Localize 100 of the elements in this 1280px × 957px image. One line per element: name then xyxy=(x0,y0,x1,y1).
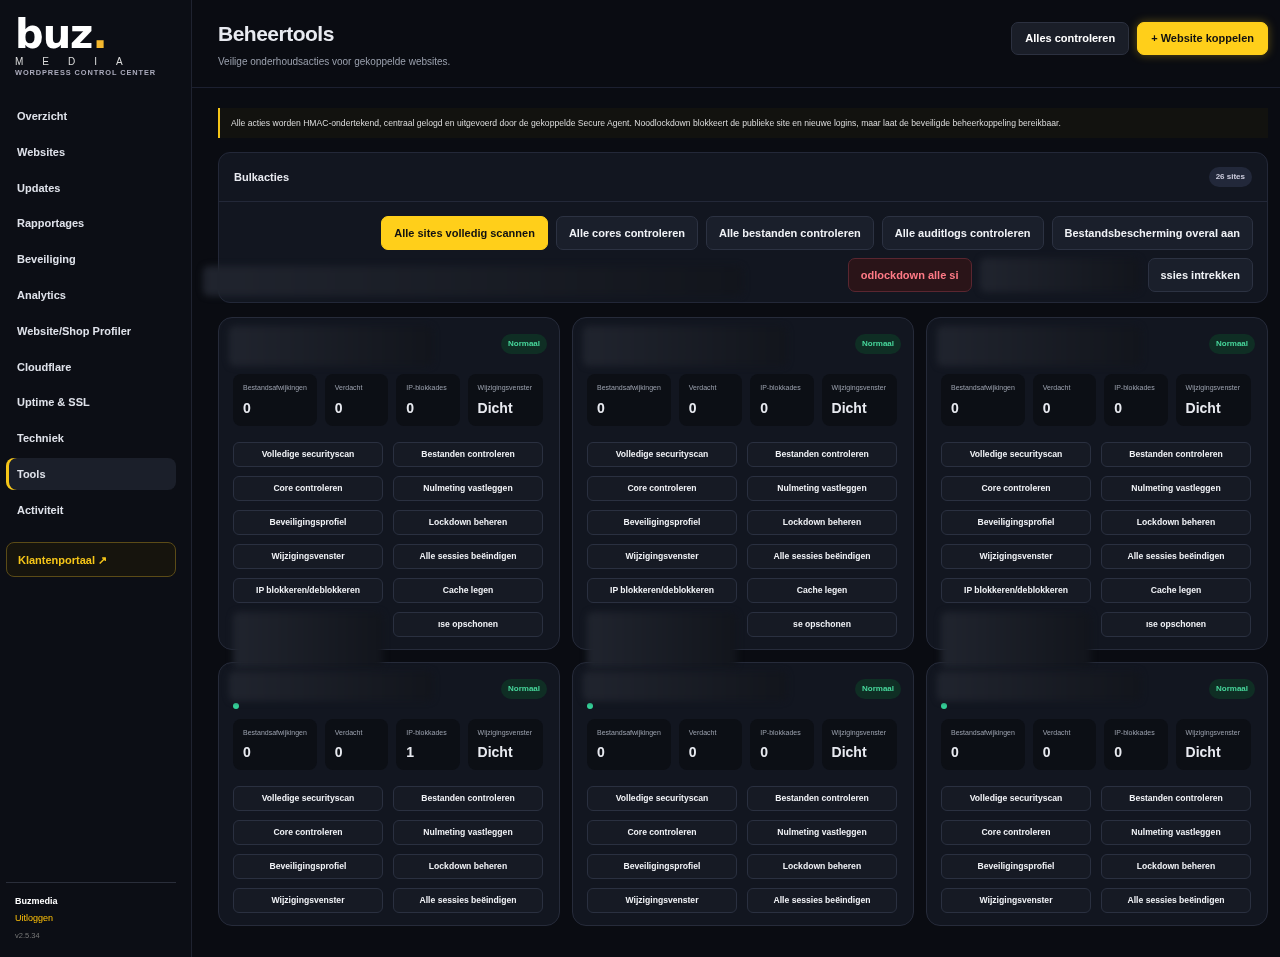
site-action-button[interactable]: Wijzigingsvenster xyxy=(941,888,1091,914)
site-action-button[interactable]: ıse opschonen xyxy=(1101,611,1251,637)
site-action-button[interactable]: Core controleren xyxy=(941,475,1091,501)
site-action-button[interactable]: Beveiligingsprofiel xyxy=(233,509,383,535)
site-action-button[interactable]: Nulmeting vastleggen xyxy=(1101,820,1251,846)
sidebar-item[interactable]: Website/Shop Profiler xyxy=(6,314,176,347)
logout-link[interactable]: Uitloggen xyxy=(15,912,167,926)
status-badge: Normaal xyxy=(855,334,901,355)
sidebar-item[interactable]: Tools xyxy=(6,457,176,490)
site-action-button[interactable]: Cache legen xyxy=(747,577,897,603)
stat-value: 0 xyxy=(760,743,769,763)
site-action-button[interactable]: Lockdown beheren xyxy=(747,509,897,535)
bulk-action-button[interactable]: Alle bestanden controleren xyxy=(706,216,874,251)
site-action-button[interactable]: Core controleren xyxy=(941,820,1091,846)
site-action-button[interactable]: Nulmeting vastleggen xyxy=(1101,475,1251,501)
status-badge: Normaal xyxy=(1209,678,1255,699)
stat-value: 0 xyxy=(951,398,960,418)
add-website-button[interactable]: + Website koppelen xyxy=(1137,22,1268,55)
site-action-button[interactable]: IP blokkeren/deblokkeren xyxy=(941,577,1091,603)
site-action-button[interactable]: Beveiligingsprofiel xyxy=(587,854,737,880)
site-action-button[interactable]: Volledige securityscan xyxy=(587,786,737,812)
site-action-button[interactable]: Bestanden controleren xyxy=(393,786,543,812)
bulk-action-button[interactable]: Bestandsbescherming overal aan xyxy=(1051,216,1253,251)
site-action-button[interactable]: Nulmeting vastleggen xyxy=(393,820,543,846)
site-action-button[interactable]: Core controleren xyxy=(587,475,737,501)
site-action-button[interactable]: Lockdown beheren xyxy=(393,854,543,880)
card-title: Bulkacties xyxy=(234,170,290,186)
sidebar-item[interactable]: Websites xyxy=(6,135,176,168)
sidebar-item[interactable]: Uptime & SSL xyxy=(6,386,176,419)
site-action-button[interactable]: Bestanden controleren xyxy=(747,441,897,467)
site-action-button[interactable]: Beveiligingsprofiel xyxy=(941,509,1091,535)
site-action-button[interactable]: Beveiligingsprofiel xyxy=(587,509,737,535)
site-action-button[interactable]: Cache legen xyxy=(393,577,543,603)
site-action-button[interactable]: Alle sessies beëindigen xyxy=(747,543,897,569)
page-subtitle: Veilige onderhoudsacties voor gekoppelde websites. xyxy=(218,54,451,69)
site-action-button[interactable]: Alle sessies beëindigen xyxy=(1101,888,1251,914)
site-action-button[interactable]: Nulmeting vastleggen xyxy=(747,475,897,501)
site-action-button[interactable]: Lockdown beheren xyxy=(1101,509,1251,535)
sidebar-item[interactable]: Cloudflare xyxy=(6,350,176,383)
site-action-button[interactable]: Volledige securityscan xyxy=(941,441,1091,467)
site-action-button[interactable]: Cache legen xyxy=(1101,577,1251,603)
lockdown-button[interactable]: odlockdown alle si xyxy=(847,258,972,293)
site-action-button[interactable]: Beveiligingsprofiel xyxy=(233,854,383,880)
site-action-button[interactable]: Lockdown beheren xyxy=(393,509,543,535)
site-action-button[interactable]: Nulmeting vastleggen xyxy=(747,820,897,846)
site-action-button[interactable]: Core controleren xyxy=(233,820,383,846)
portal-link[interactable]: Klantenportaal ↗ xyxy=(6,541,176,577)
site-action-button[interactable]: Bestanden controleren xyxy=(393,441,543,467)
status-badge: Normaal xyxy=(855,678,901,699)
logo-subtitle: MEDIA xyxy=(15,56,143,68)
site-action-button[interactable]: IP blokkeren/deblokkeren xyxy=(233,577,383,603)
site-action-button[interactable]: Volledige securityscan xyxy=(233,441,383,467)
site-action-button[interactable]: Volledige securityscan xyxy=(587,441,737,467)
site-action-button[interactable]: Wijzigingsvenster xyxy=(587,888,737,914)
sidebar-item[interactable]: Updates xyxy=(6,171,176,204)
bulk-action-button[interactable]: Alle auditlogs controleren xyxy=(881,216,1044,251)
site-action-button[interactable]: Wijzigingsvenster xyxy=(233,543,383,569)
site-action-button[interactable]: Core controleren xyxy=(233,475,383,501)
status-badge: Normaal xyxy=(501,678,547,699)
site-action-button[interactable]: Alle sessies beëindigen xyxy=(393,888,543,914)
site-action-button[interactable]: Lockdown beheren xyxy=(1101,854,1251,880)
user-name: Buzmedia xyxy=(15,894,59,908)
sidebar-item[interactable]: Overzicht xyxy=(6,100,176,132)
site-action-button[interactable]: IP blokkeren/deblokkeren xyxy=(587,577,737,603)
check-all-button[interactable]: Alles controleren xyxy=(1011,22,1130,55)
notice-banner: Alle acties worden HMAC-ondertekend, centraal gelogd en uitgevoerd door de gekoppelde Secure Agent. Noodlockdown blokkeert de publieke site en nieuwe logins, maar laat de beveiligde beheerkoppeling bereikbaar. xyxy=(218,107,1268,139)
stat-value: 0 xyxy=(1114,743,1123,763)
bulk-action-button[interactable]: Alle sites volledig scannen xyxy=(381,216,548,251)
stat-value: 0 xyxy=(1042,743,1052,763)
site-action-button[interactable]: Alle sessies beëindigen xyxy=(747,888,897,914)
site-action-button[interactable]: Volledige securityscan xyxy=(941,786,1091,812)
sidebar-item[interactable]: Analytics xyxy=(6,279,176,311)
site-action-button[interactable]: Alle sessies beëindigen xyxy=(1101,543,1251,569)
site-action-button[interactable]: Bestanden controleren xyxy=(747,786,897,812)
sidebar-item[interactable]: Rapportages xyxy=(6,207,176,240)
page-title: Beheertools xyxy=(218,21,335,47)
site-action-button[interactable]: Wijzigingsvenster xyxy=(587,543,737,569)
site-action-button[interactable]: Wijzigingsvenster xyxy=(233,888,383,914)
site-action-button[interactable]: Wijzigingsvenster xyxy=(941,543,1091,569)
site-action-button[interactable]: Bestanden controleren xyxy=(1101,441,1251,467)
sidebar-item[interactable]: Techniek xyxy=(6,422,176,455)
sidebar-item[interactable]: Activiteit xyxy=(6,493,176,526)
status-badge: Normaal xyxy=(501,334,547,355)
site-action-button[interactable]: ıse opschonen xyxy=(393,611,543,637)
site-action-button[interactable]: Bestanden controleren xyxy=(1101,786,1251,812)
bulk-action-button[interactable]: Alle cores controleren xyxy=(555,216,699,251)
stat-value: Dicht xyxy=(831,398,868,418)
stat-value: 0 xyxy=(688,398,698,418)
site-action-button[interactable]: Lockdown beheren xyxy=(747,854,897,880)
site-action-button[interactable]: Beveiligingsprofiel xyxy=(941,854,1091,880)
sidebar-item[interactable]: Beveiliging xyxy=(6,243,176,276)
bulk-action-button[interactable]: ssies intrekken xyxy=(1147,258,1253,293)
site-action-button[interactable]: Volledige securityscan xyxy=(233,786,383,812)
stat-value: 0 xyxy=(951,743,960,763)
stat-value: 0 xyxy=(406,398,415,418)
site-action-button[interactable]: Core controleren xyxy=(587,820,737,846)
stat-value: 0 xyxy=(760,398,769,418)
site-action-button[interactable]: Alle sessies beëindigen xyxy=(393,543,543,569)
site-action-button[interactable]: Nulmeting vastleggen xyxy=(393,475,543,501)
site-action-button[interactable]: se opschonen xyxy=(747,611,897,637)
